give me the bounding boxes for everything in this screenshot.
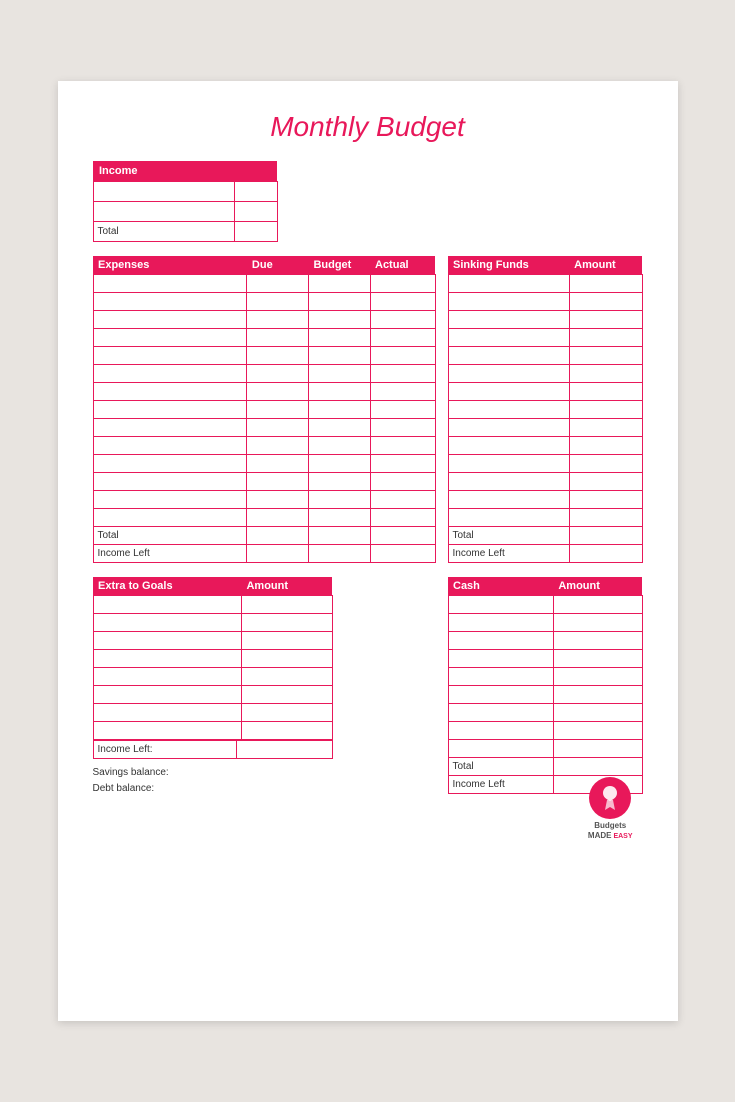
sinking-row bbox=[448, 347, 642, 365]
income-row-1 bbox=[93, 182, 277, 202]
expenses-total-row: Total bbox=[93, 527, 435, 545]
sinking-total-row: Total bbox=[448, 527, 642, 545]
sinking-funds-section: Sinking Funds Amount TotalIncome Left bbox=[448, 256, 643, 563]
cash-row bbox=[448, 740, 642, 758]
expenses-section: Expenses Due Budget Actual TotalIncome L… bbox=[93, 256, 436, 563]
goals-row bbox=[93, 704, 332, 722]
sinking-row bbox=[448, 383, 642, 401]
goals-income-left-row: Income Left: bbox=[93, 741, 332, 759]
expenses-row bbox=[93, 383, 435, 401]
logo-text: Budgets MADE EASY bbox=[588, 821, 633, 842]
cash-row bbox=[448, 632, 642, 650]
cash-row bbox=[448, 686, 642, 704]
goals-row bbox=[93, 686, 332, 704]
cash-row bbox=[448, 668, 642, 686]
goals-income-left-label: Income Left: bbox=[93, 741, 236, 759]
page-title: Monthly Budget bbox=[93, 111, 643, 143]
expenses-row bbox=[93, 473, 435, 491]
expenses-row bbox=[93, 455, 435, 473]
savings-debt-section: Savings balance: Debt balance: bbox=[93, 765, 333, 797]
expenses-row bbox=[93, 347, 435, 365]
expenses-row bbox=[93, 365, 435, 383]
goals-row bbox=[93, 722, 332, 740]
sinking-funds-table: Sinking Funds Amount TotalIncome Left bbox=[448, 256, 643, 563]
expenses-col-name: Expenses bbox=[93, 256, 247, 275]
sinking-row bbox=[448, 437, 642, 455]
cash-row bbox=[448, 722, 642, 740]
logo: Budgets MADE EASY bbox=[588, 777, 633, 842]
expenses-row bbox=[93, 419, 435, 437]
goals-row bbox=[93, 596, 332, 614]
goals-row bbox=[93, 632, 332, 650]
expenses-col-budget: Budget bbox=[308, 256, 370, 275]
goals-row bbox=[93, 614, 332, 632]
cash-col-amount: Amount bbox=[553, 577, 642, 596]
cash-table: Cash Amount TotalIncome Left bbox=[448, 577, 643, 794]
income-total-row: Total bbox=[93, 222, 277, 242]
expenses-row bbox=[93, 491, 435, 509]
sinking-row bbox=[448, 509, 642, 527]
sinking-row bbox=[448, 329, 642, 347]
expenses-row bbox=[93, 509, 435, 527]
cash-row bbox=[448, 650, 642, 668]
expenses-row bbox=[93, 311, 435, 329]
sinking-row bbox=[448, 275, 642, 293]
sinking-row bbox=[448, 455, 642, 473]
cash-row bbox=[448, 614, 642, 632]
income-row-2 bbox=[93, 202, 277, 222]
sinking-row bbox=[448, 491, 642, 509]
sinking-row bbox=[448, 293, 642, 311]
expenses-col-actual: Actual bbox=[370, 256, 435, 275]
income-table: Income Total bbox=[93, 161, 278, 242]
extra-goals-table: Extra to Goals Amount bbox=[93, 577, 333, 740]
expenses-income-left-row: Income Left bbox=[93, 545, 435, 563]
expenses-row bbox=[93, 275, 435, 293]
sinking-col-name: Sinking Funds bbox=[448, 256, 569, 275]
goals-footer-table: Income Left: bbox=[93, 740, 333, 759]
cash-row bbox=[448, 596, 642, 614]
goals-col-amount: Amount bbox=[241, 577, 332, 596]
expenses-row bbox=[93, 329, 435, 347]
income-header: Income bbox=[93, 161, 277, 182]
extra-goals-section: Extra to Goals Amount Income Left: Savin… bbox=[93, 577, 333, 797]
main-grid: Expenses Due Budget Actual TotalIncome L… bbox=[93, 256, 643, 563]
expenses-row bbox=[93, 437, 435, 455]
income-section: Income Total bbox=[93, 161, 643, 242]
bottom-grid: Extra to Goals Amount Income Left: Savin… bbox=[93, 577, 643, 797]
cash-section: Cash Amount TotalIncome Left bbox=[448, 577, 643, 797]
logo-icon bbox=[598, 784, 622, 812]
cash-total-row: Total bbox=[448, 758, 642, 776]
expenses-row bbox=[93, 293, 435, 311]
sinking-income-left-row: Income Left bbox=[448, 545, 642, 563]
goals-row bbox=[93, 668, 332, 686]
debt-balance-label: Debt balance: bbox=[93, 781, 333, 797]
sinking-row bbox=[448, 419, 642, 437]
expenses-col-due: Due bbox=[247, 256, 309, 275]
cash-row bbox=[448, 704, 642, 722]
cash-col-name: Cash bbox=[448, 577, 553, 596]
sinking-row bbox=[448, 311, 642, 329]
goals-row bbox=[93, 650, 332, 668]
sinking-row bbox=[448, 401, 642, 419]
logo-circle bbox=[589, 777, 631, 819]
savings-balance-label: Savings balance: bbox=[93, 765, 333, 781]
expenses-row bbox=[93, 401, 435, 419]
sinking-row bbox=[448, 473, 642, 491]
sinking-col-amount: Amount bbox=[569, 256, 642, 275]
goals-col-name: Extra to Goals bbox=[93, 577, 241, 596]
sinking-row bbox=[448, 365, 642, 383]
budget-page: Monthly Budget Income Total bbox=[58, 81, 678, 1021]
expenses-table: Expenses Due Budget Actual TotalIncome L… bbox=[93, 256, 436, 563]
